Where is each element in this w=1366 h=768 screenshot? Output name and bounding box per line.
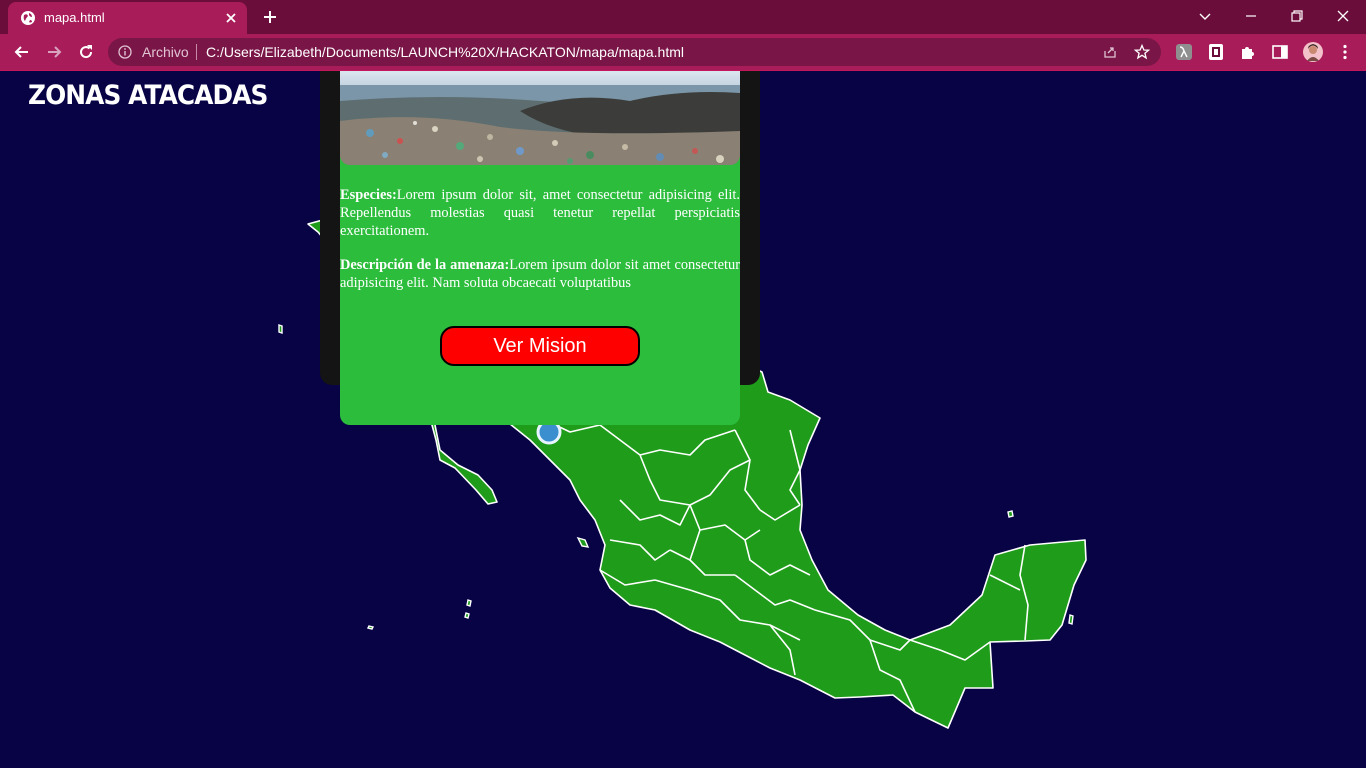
forward-icon[interactable]: [44, 42, 64, 62]
address-url[interactable]: C:/Users/Elizabeth/Documents/LAUNCH%20X/…: [206, 44, 684, 60]
profile-avatar-icon[interactable]: [1302, 41, 1324, 63]
address-bar[interactable]: Archivo C:/Users/Elizabeth/Documents/LAU…: [108, 38, 1161, 66]
tab-search-icon[interactable]: [1197, 8, 1213, 24]
menu-kebab-icon[interactable]: [1336, 43, 1354, 61]
island: [466, 599, 472, 607]
globe-icon: [21, 11, 35, 25]
page-title: ZONAS ATACADAS: [28, 80, 268, 111]
island: [1007, 510, 1014, 518]
restore-icon[interactable]: [1289, 8, 1305, 24]
info-icon[interactable]: [118, 45, 132, 59]
extensions-puzzle-icon[interactable]: [1239, 43, 1257, 61]
island: [1068, 614, 1074, 625]
threat-paragraph: Descripción de la amenaza:Lorem ipsum do…: [340, 256, 740, 292]
close-tab-icon[interactable]: [224, 11, 238, 25]
reload-icon[interactable]: [76, 42, 96, 62]
lambda-extension-icon[interactable]: [1175, 43, 1193, 61]
shield-extension-icon[interactable]: [1207, 43, 1225, 61]
close-window-icon[interactable]: [1335, 8, 1351, 24]
popup-description: Especies:Lorem ipsum dolor sit, amet con…: [340, 186, 740, 308]
address-separator: [196, 44, 197, 60]
species-paragraph: Especies:Lorem ipsum dolor sit, amet con…: [340, 186, 740, 240]
polluted-beach-image: [340, 71, 740, 165]
island: [278, 324, 283, 334]
browser-tab[interactable]: mapa.html: [8, 2, 247, 34]
zone-popup: Especies:Lorem ipsum dolor sit, amet con…: [340, 71, 740, 425]
tab-strip: mapa.html: [0, 0, 1366, 34]
minimize-icon[interactable]: [1243, 8, 1259, 24]
island: [366, 625, 375, 630]
island: [576, 536, 590, 548]
side-panel-icon[interactable]: [1271, 43, 1289, 61]
share-icon[interactable]: [1102, 44, 1118, 60]
ver-mision-button[interactable]: Ver Mision: [440, 326, 640, 366]
address-scheme: Archivo: [142, 44, 189, 60]
new-tab-icon[interactable]: [262, 9, 278, 25]
threat-label: Descripción de la amenaza:: [340, 257, 510, 273]
tab-title: mapa.html: [44, 10, 105, 25]
island: [464, 612, 470, 619]
species-label: Especies:: [340, 187, 397, 203]
bookmark-star-icon[interactable]: [1134, 44, 1150, 60]
browser-toolbar: Archivo C:/Users/Elizabeth/Documents/LAU…: [0, 34, 1366, 70]
species-text: Lorem ipsum dolor sit, amet consectetur …: [340, 187, 740, 239]
back-icon[interactable]: [12, 42, 32, 62]
